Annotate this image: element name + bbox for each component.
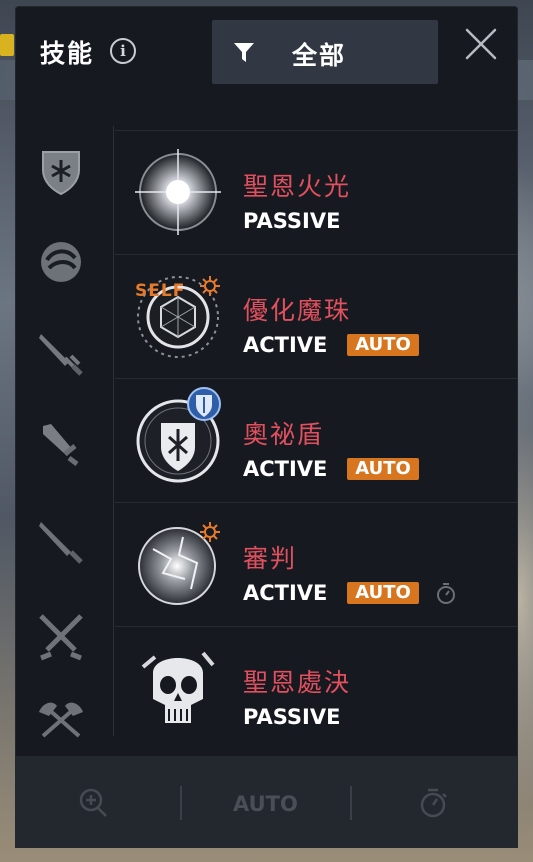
auto-badge: AUTO xyxy=(347,458,419,480)
orb-rune-icon[interactable] xyxy=(35,234,87,286)
execution-skull-icon xyxy=(141,651,215,723)
stopwatch-icon[interactable] xyxy=(417,786,449,820)
skill-row[interactable]: SELF 優化魔珠 ACTIVE AUTO xyxy=(115,254,518,379)
panel-header: 技能 i 全部 xyxy=(15,6,518,96)
serrated-blade-icon[interactable] xyxy=(35,516,87,568)
auto-badge: AUTO xyxy=(347,334,419,356)
broad-sword-icon[interactable] xyxy=(35,420,87,472)
close-icon[interactable] xyxy=(461,24,501,64)
filter-icon xyxy=(234,43,254,62)
skill-name: 聖恩火光 xyxy=(243,172,352,201)
panel-title: 技能 xyxy=(40,39,95,68)
auto-badge: AUTO xyxy=(347,582,419,604)
footer-divider xyxy=(350,786,352,820)
info-icon[interactable]: i xyxy=(110,38,136,64)
crossed-swords-icon[interactable] xyxy=(35,610,87,662)
category-sidebar xyxy=(15,126,114,738)
skill-type: ACTIVE xyxy=(243,457,328,481)
self-tag: SELF xyxy=(135,281,186,301)
skill-name: 審判 xyxy=(243,544,298,573)
filter-dropdown[interactable]: 全部 xyxy=(212,20,438,84)
shield-emblem-icon[interactable] xyxy=(35,144,87,196)
shield-buff-icon xyxy=(187,387,221,421)
skill-panel: 技能 i 全部 聖恩火光 PASSIVE SELF 優化魔珠 ACTIVE AU… xyxy=(15,6,518,848)
skill-row[interactable]: 奧祕盾 ACTIVE AUTO xyxy=(115,378,518,503)
sun-buff-icon xyxy=(200,522,220,542)
footer-auto-button[interactable]: AUTO xyxy=(233,792,298,816)
skill-name: 優化魔珠 xyxy=(243,296,352,325)
holy-light-icon xyxy=(135,149,221,235)
skill-type: PASSIVE xyxy=(243,705,341,729)
background-marker xyxy=(0,34,14,56)
skill-type: ACTIVE xyxy=(243,581,328,605)
skill-type: PASSIVE xyxy=(243,209,341,233)
filter-label: 全部 xyxy=(292,41,347,70)
skill-row[interactable]: 聖恩火光 PASSIVE xyxy=(115,130,518,255)
skill-row[interactable]: 聖恩處決 PASSIVE xyxy=(115,626,518,751)
skill-name: 奧祕盾 xyxy=(243,420,325,449)
skill-row[interactable]: 審判 ACTIVE AUTO xyxy=(115,502,518,627)
skill-type: ACTIVE xyxy=(243,333,328,357)
zoom-in-icon[interactable] xyxy=(77,786,109,820)
panel-footer: AUTO xyxy=(15,756,518,848)
footer-divider xyxy=(180,786,182,820)
skill-name: 聖恩處決 xyxy=(243,668,352,697)
stopwatch-icon xyxy=(437,583,455,604)
crossed-axes-icon[interactable] xyxy=(35,692,87,744)
short-sword-icon[interactable] xyxy=(35,326,87,378)
sun-buff-icon xyxy=(200,276,220,296)
